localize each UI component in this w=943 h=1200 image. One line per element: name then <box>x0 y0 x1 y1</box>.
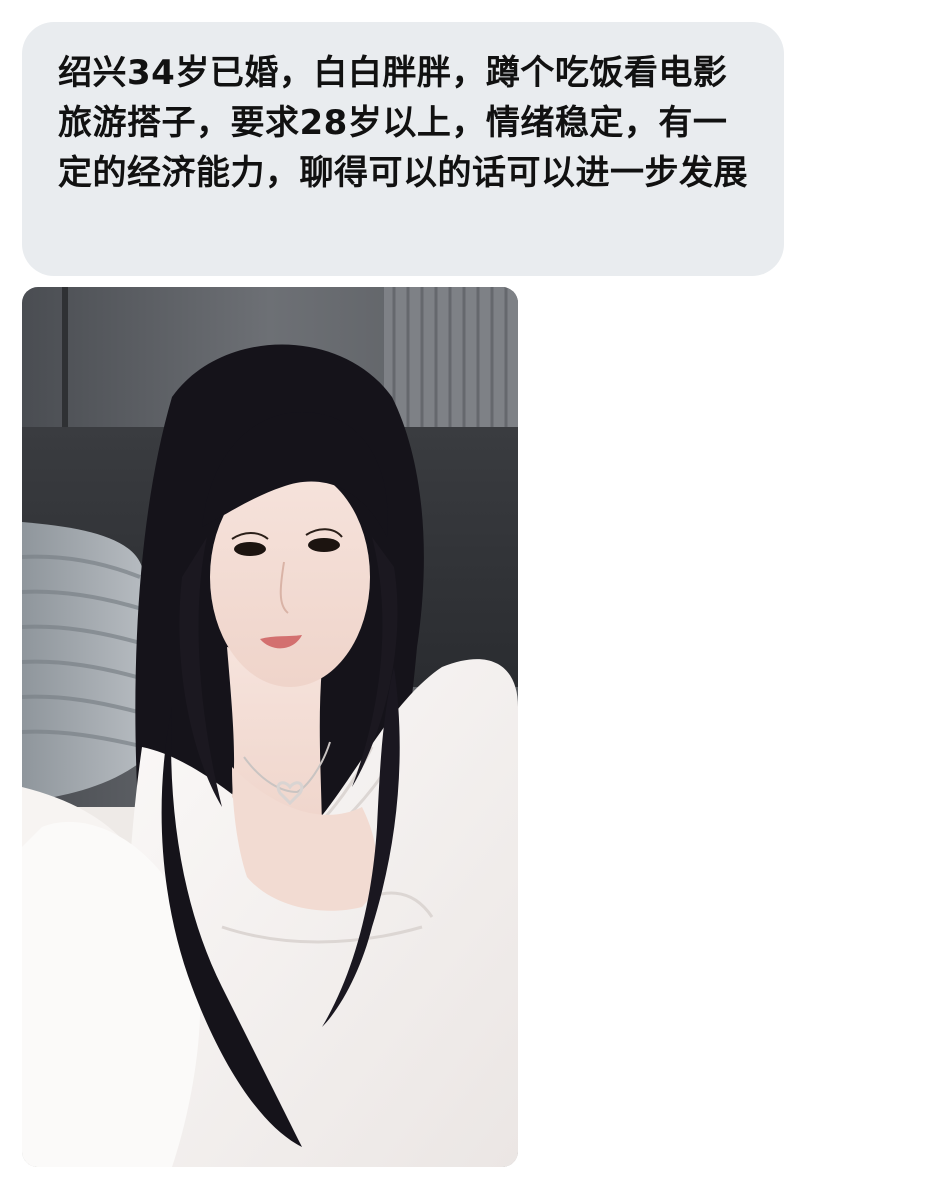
selfie-photo <box>22 287 518 1167</box>
message-bubble[interactable]: 绍兴34岁已婚，白白胖胖，蹲个吃饭看电影旅游搭子，要求28岁以上，情绪稳定，有一… <box>22 22 784 276</box>
photo-attachment[interactable] <box>22 287 518 1167</box>
message-text: 绍兴34岁已婚，白白胖胖，蹲个吃饭看电影旅游搭子，要求28岁以上，情绪稳定，有一… <box>58 53 748 193</box>
